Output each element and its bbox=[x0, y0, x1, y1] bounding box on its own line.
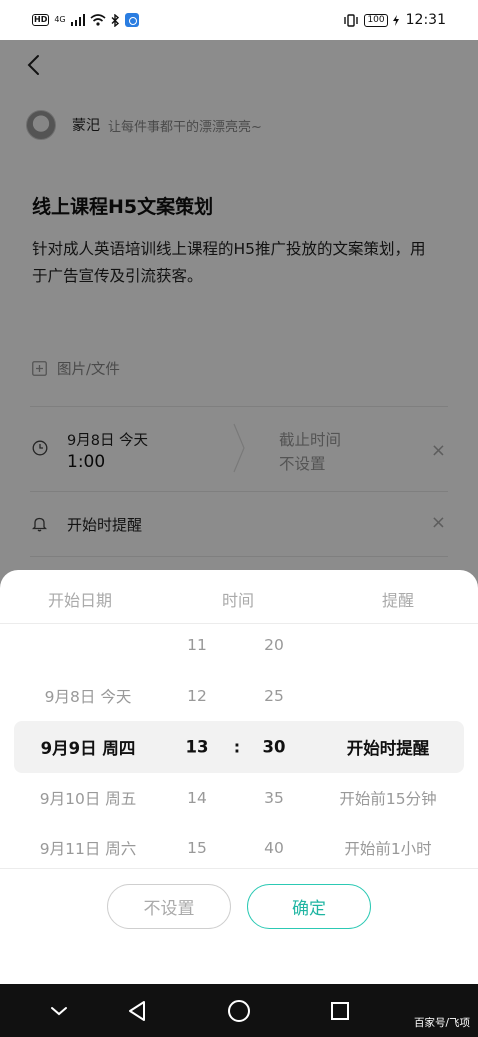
app-notification-icon bbox=[124, 13, 139, 27]
system-nav-bar: 百家号/飞项 bbox=[0, 984, 478, 1037]
watermark: 百家号/飞项 bbox=[413, 1017, 470, 1029]
divider bbox=[0, 868, 478, 869]
signal-icon bbox=[70, 14, 85, 26]
minute-option[interactable]: 40 bbox=[264, 839, 284, 857]
hour-option[interactable]: 14 bbox=[187, 789, 207, 807]
nav-home-button[interactable] bbox=[224, 996, 254, 1026]
nav-home-icon bbox=[228, 1000, 250, 1022]
network-type: 4G bbox=[54, 15, 66, 24]
date-option[interactable]: 9月10日 周五 bbox=[40, 787, 137, 809]
minute-option[interactable]: 25 bbox=[264, 687, 284, 705]
nav-down-icon bbox=[51, 1007, 67, 1016]
header-reminder: 提醒 bbox=[381, 591, 415, 610]
reminder-option[interactable]: 开始前1小时 bbox=[344, 837, 431, 859]
nav-recents-icon bbox=[331, 1002, 349, 1020]
nav-recents-button[interactable] bbox=[325, 996, 355, 1026]
status-bar: HD 4G 100 12:31 bbox=[0, 0, 478, 40]
hour-option-selected[interactable]: 13 bbox=[186, 738, 209, 757]
date-option-selected[interactable]: 9月9日 周四 bbox=[41, 735, 136, 759]
vibrate-icon bbox=[344, 13, 359, 27]
hour-option[interactable]: 15 bbox=[187, 839, 207, 857]
hd-indicator: HD bbox=[32, 14, 50, 26]
clear-button[interactable]: 不设置 bbox=[107, 884, 231, 929]
hour-option[interactable]: 11 bbox=[187, 636, 207, 654]
date-time-picker-sheet: 开始日期 时间 提醒 9月8日 今天 9月9日 周四 9月10日 周五 9月11… bbox=[0, 570, 478, 984]
nav-down-button[interactable] bbox=[44, 996, 74, 1026]
battery-icon: 100 bbox=[364, 13, 388, 27]
nav-back-icon bbox=[129, 1001, 145, 1021]
nav-back-button[interactable] bbox=[122, 996, 152, 1026]
header-start-date: 开始日期 bbox=[47, 591, 113, 610]
time-separator: : bbox=[233, 737, 241, 757]
date-option[interactable]: 9月11日 周六 bbox=[40, 837, 137, 859]
minute-option[interactable]: 35 bbox=[264, 789, 284, 807]
reminder-option-selected[interactable]: 开始时提醒 bbox=[347, 735, 430, 759]
reminder-option[interactable]: 开始前15分钟 bbox=[339, 787, 436, 809]
picker-header: 开始日期 时间 提醒 bbox=[0, 570, 478, 624]
clock-time: 12:31 bbox=[405, 12, 446, 28]
minute-option-selected[interactable]: 30 bbox=[263, 738, 286, 757]
charging-icon bbox=[392, 14, 399, 26]
confirm-button[interactable]: 确定 bbox=[247, 884, 371, 929]
header-time: 时间 bbox=[221, 591, 255, 610]
wifi-icon bbox=[90, 14, 106, 26]
minute-option[interactable]: 20 bbox=[264, 636, 284, 654]
hour-option[interactable]: 12 bbox=[187, 687, 207, 705]
date-option[interactable]: 9月8日 今天 bbox=[45, 685, 132, 707]
bluetooth-icon bbox=[111, 13, 119, 27]
